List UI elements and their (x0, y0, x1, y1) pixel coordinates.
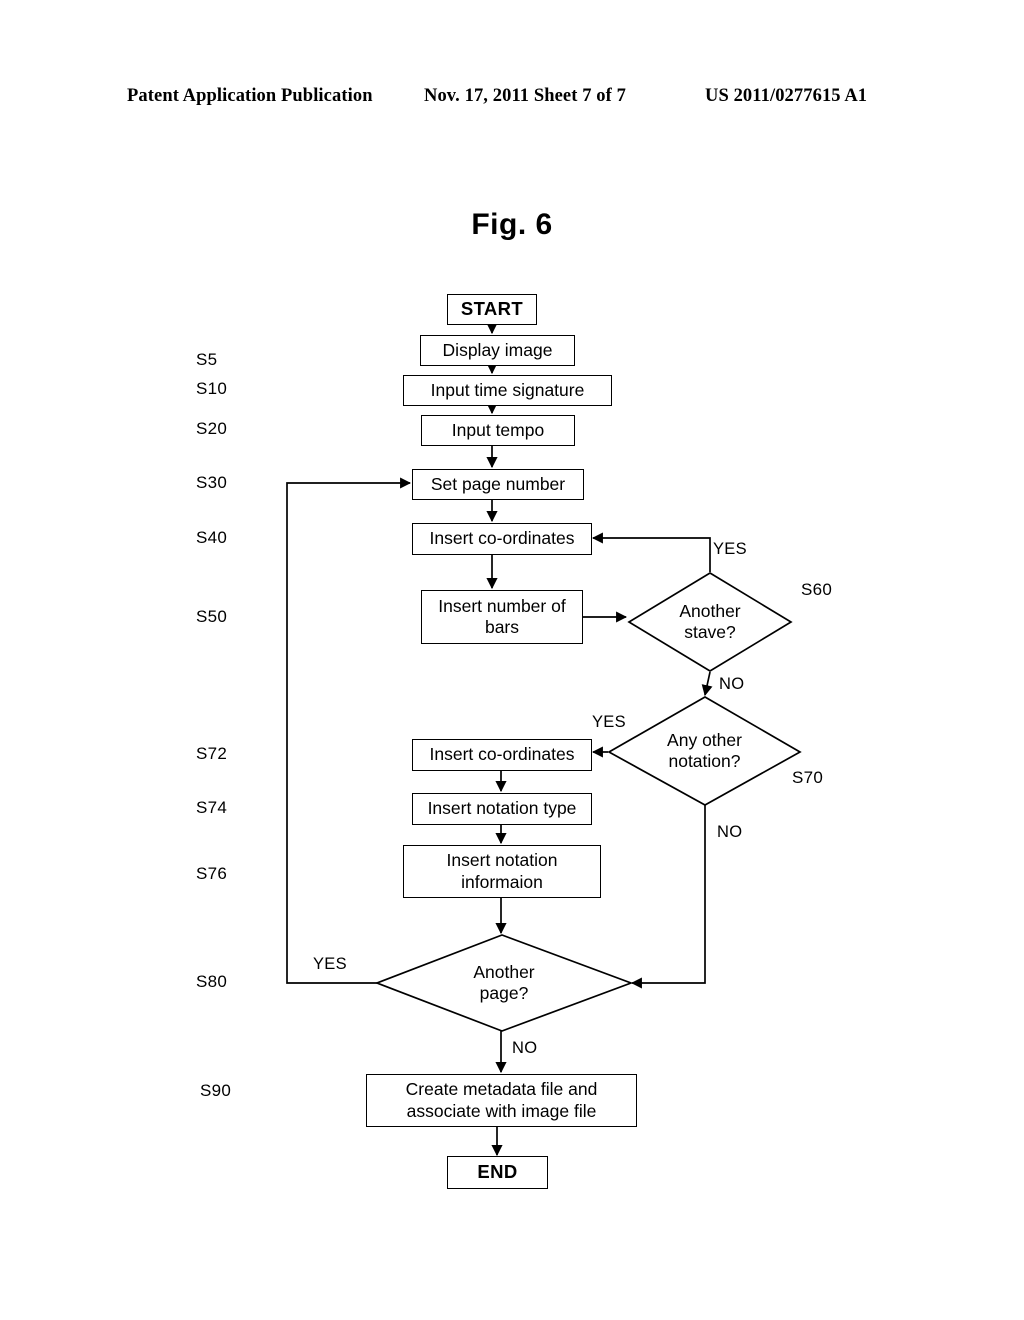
node-label-line1: Insert notation (446, 850, 558, 871)
node-label-line2: associate with image file (406, 1100, 597, 1121)
node-display-image[interactable]: Display image (420, 335, 575, 366)
edge-label-s60-no: NO (719, 675, 745, 693)
node-any-other-notation-decision[interactable]: Any other notation? (607, 696, 802, 806)
edge-label-s70-yes: YES (592, 713, 626, 731)
step-label-s90: S90 (200, 1081, 232, 1100)
node-another-page-decision[interactable]: Another page? (374, 934, 634, 1032)
node-insert-notation-type[interactable]: Insert notation type (412, 793, 592, 825)
step-label-s74: S74 (196, 798, 228, 817)
edge-label-s80-yes: YES (313, 955, 347, 973)
edge-label-s70-no: NO (717, 823, 743, 841)
step-label-s50: S50 (196, 607, 228, 626)
node-input-time-signature[interactable]: Input time signature (403, 375, 612, 406)
node-label-multiline: Insert notation informaion (447, 850, 558, 893)
flowchart-diagram: START Display image Input time signature… (0, 0, 1024, 1320)
node-label-line1: Insert number of (438, 595, 566, 616)
node-insert-notation-information[interactable]: Insert notation informaion (403, 845, 601, 898)
node-insert-coordinates-notation[interactable]: Insert co-ordinates (412, 739, 592, 771)
node-create-metadata-file[interactable]: Create metadata file and associate with … (366, 1074, 637, 1127)
ref-callout-s70: S70 (792, 768, 824, 787)
node-insert-coordinates-stave[interactable]: Insert co-ordinates (412, 523, 592, 555)
step-label-s72: S72 (196, 744, 228, 763)
step-label-s10: S10 (196, 379, 228, 398)
step-label-s76: S76 (196, 864, 228, 883)
node-another-stave-decision[interactable]: Another stave? (627, 572, 793, 672)
step-label-s80: S80 (196, 972, 228, 991)
step-label-s5: S5 (196, 350, 218, 369)
ref-callout-s60: S60 (801, 580, 833, 599)
node-label-multiline: Insert number of bars (438, 596, 565, 639)
edge-label-s60-yes: YES (713, 540, 747, 558)
edge-label-s80-no: NO (512, 1039, 538, 1057)
node-start[interactable]: START (447, 294, 537, 325)
node-label-multiline: Create metadata file and associate with … (406, 1079, 598, 1122)
node-label-line2: informaion (461, 871, 543, 892)
node-label-line2: bars (484, 617, 520, 637)
step-label-s30: S30 (196, 473, 228, 492)
step-label-s20: S20 (196, 419, 228, 438)
node-set-page-number[interactable]: Set page number (412, 469, 584, 500)
node-input-tempo[interactable]: Input tempo (421, 415, 575, 446)
node-insert-number-of-bars[interactable]: Insert number of bars (421, 590, 583, 644)
node-label-line1: Create metadata file and (405, 1079, 598, 1100)
step-label-s40: S40 (196, 528, 228, 547)
node-end[interactable]: END (447, 1156, 548, 1189)
